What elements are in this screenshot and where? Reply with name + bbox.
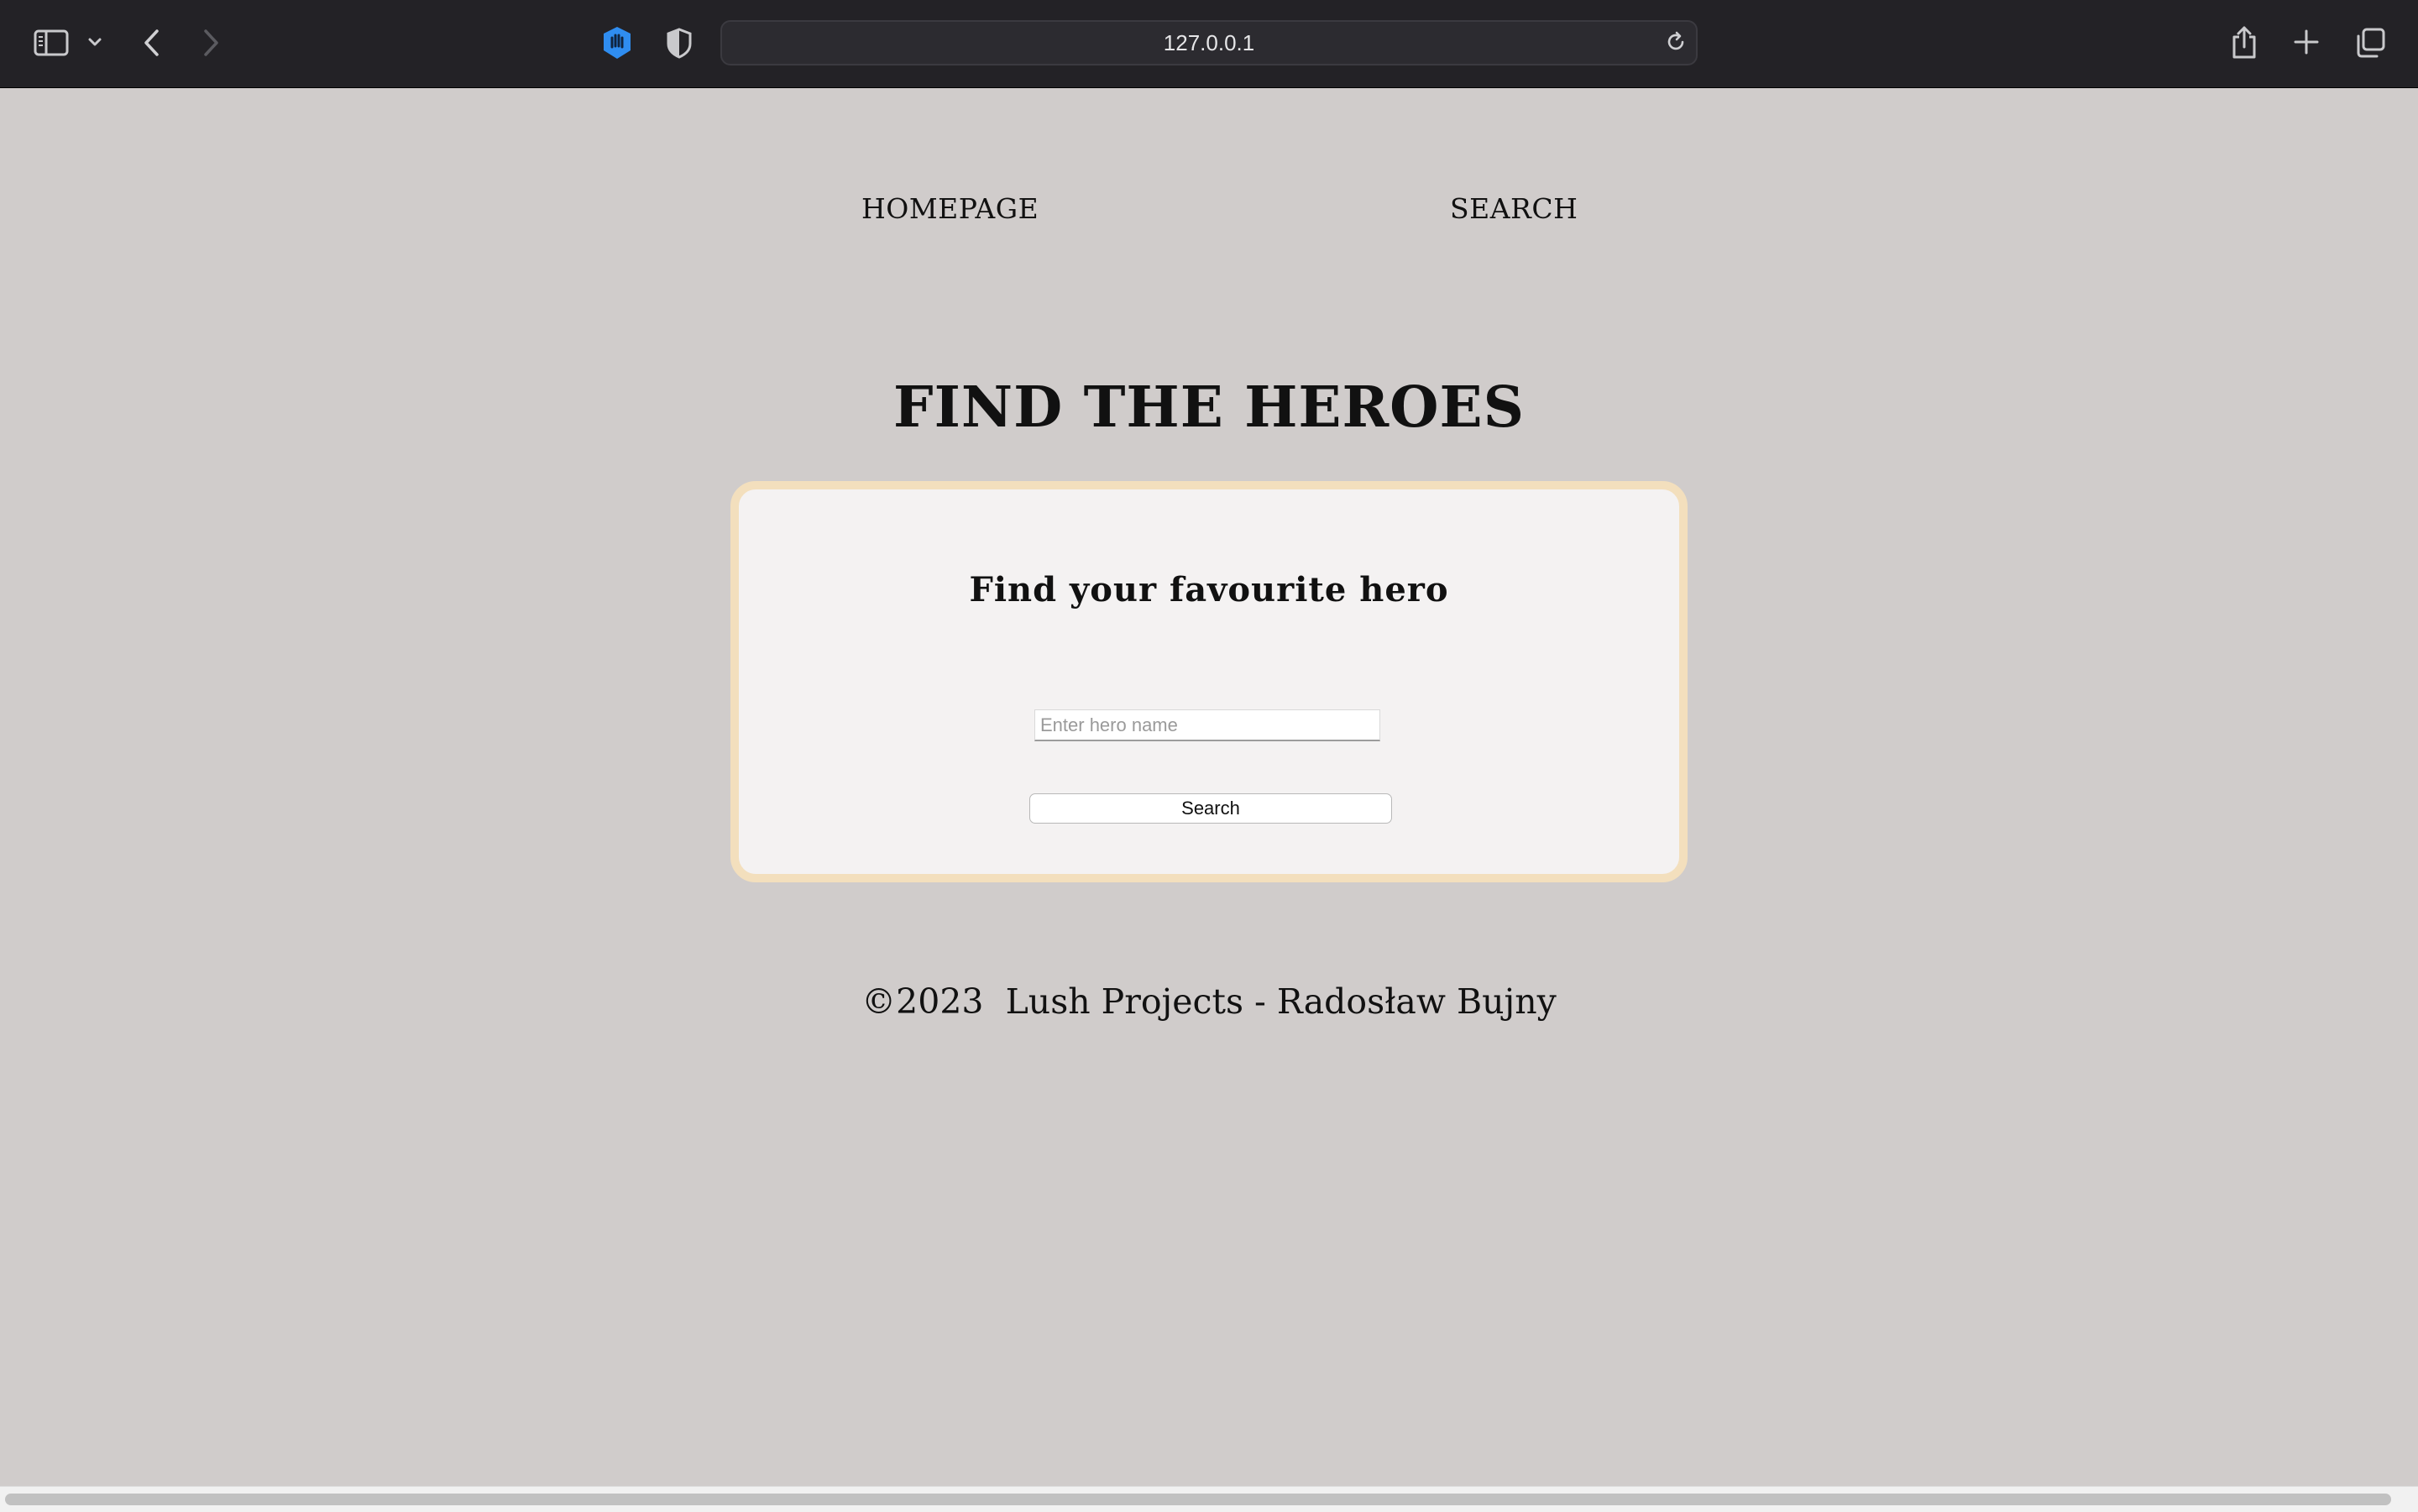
scrollbar-thumb[interactable] <box>5 1494 2391 1505</box>
footer-copyright: ©2023 Lush Projects - Radosław Bujny <box>861 981 1557 1022</box>
reload-icon[interactable] <box>1664 30 1688 57</box>
card-heading: Find your favourite hero <box>969 570 1449 610</box>
half-shield-icon[interactable] <box>665 27 693 59</box>
address-bar[interactable]: 127.0.0.1 <box>720 20 1698 65</box>
nav-homepage-link[interactable]: HOMEPAGE <box>861 192 1039 225</box>
plus-icon[interactable] <box>2292 28 2321 56</box>
sidebar-icon[interactable] <box>34 28 69 58</box>
hero-name-input[interactable] <box>1034 709 1380 741</box>
horizontal-scrollbar[interactable] <box>0 1486 2418 1512</box>
chevron-down-icon[interactable] <box>87 34 102 50</box>
back-chevron-left-icon[interactable] <box>141 29 163 57</box>
share-icon[interactable] <box>2230 25 2258 60</box>
page-content: HOMEPAGE SEARCH FIND THE HEROES Find you… <box>0 88 2418 1486</box>
tabs-icon[interactable] <box>2354 27 2386 59</box>
hand-shield-icon[interactable] <box>599 25 635 60</box>
search-card: Find your favourite hero Search <box>730 481 1688 882</box>
nav-search-link[interactable]: SEARCH <box>1450 192 1578 225</box>
url-text[interactable]: 127.0.0.1 <box>722 22 1696 64</box>
browser-toolbar: 127.0.0.1 <box>0 0 2418 88</box>
forward-chevron-right-icon[interactable] <box>200 29 222 57</box>
page-title: FIND THE HEROES <box>893 374 1525 440</box>
search-button[interactable]: Search <box>1029 793 1392 824</box>
